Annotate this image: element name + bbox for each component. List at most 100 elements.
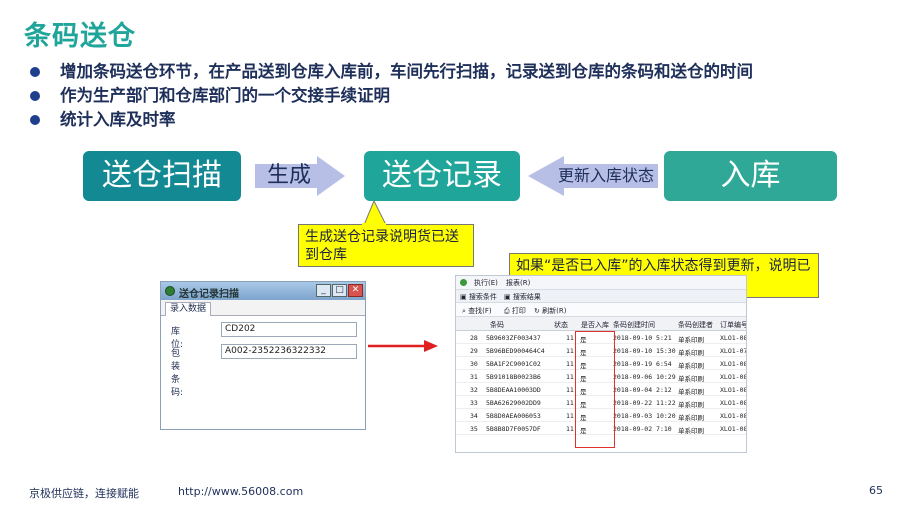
scan-window-titlebar[interactable]: 送仓记录扫描 _ □ ✕ [161,282,365,300]
table-cell: 2018-09-19 6:54 [613,360,672,368]
scan-window-title: 送仓记录扫描 [179,289,239,300]
table-cell: 2018-09-10 5:21 [613,334,672,342]
find-button[interactable]: ⌕ 查找(F) [462,306,492,316]
table-cell: 5B8DEAA10003DD [486,386,541,394]
callout-record-note: 生成送仓记录说明货已送到仓库 [298,224,474,267]
table-cell: 单系印刷 [678,401,704,409]
highlight-stock-column [575,331,615,448]
location-input[interactable]: CD202 [221,322,357,337]
table-cell: XLO1-07- [720,347,746,355]
table-cell: 单系印刷 [678,336,704,344]
table-cell: 11 [566,360,574,368]
flow-box-record: 送仓记录 [364,151,520,201]
table-cell: 29 [470,347,478,355]
table-cell: 5B8B8D7F0057DF [486,425,541,433]
table-cell: 5B91018B0023B6 [486,373,541,381]
table-cell: 2018-09-22 11:22 [613,399,676,407]
arrow-generate-label: 生成 [267,163,312,188]
table-cell: 11 [566,386,574,394]
table-cell: 5B9603ZF003437 [486,334,541,342]
arrow-generate: 生成 [255,156,345,196]
arrow-update: 更新入库状态 [528,156,658,196]
column-header[interactable]: 条码 [490,320,504,330]
table-cell: 单系印刷 [678,414,704,422]
bullet-dot-icon [30,67,40,77]
red-arrow-icon [368,340,438,352]
scan-form: 库位: CD202 包装条码: A002-2352236322332 [161,316,365,429]
grid-header: 条码 状态 是否入库 条码创建时间 条码创建者 订单编号 [456,317,746,331]
table-cell: 34 [470,412,478,420]
menu-report[interactable]: 报表(R) [506,278,530,288]
minimize-icon[interactable]: _ [316,284,331,297]
menu-bar: 执行(E) 报表(R) [456,276,746,290]
scan-tabstrip: 录入数据 [161,300,365,316]
page-number: 65 [869,484,883,497]
record-toolbar: ⌕ 查找(F) ⎙ 打印 ↻ 刷新(R) [456,303,746,317]
table-cell: 32 [470,386,478,394]
table-cell: 35 [470,425,478,433]
table-cell: 11 [566,347,574,355]
table-cell: 33 [470,399,478,407]
table-cell: 2018-09-02 7:10 [613,425,672,433]
bullet-list: 增加条码送仓环节，在产品送到仓库入库前，车间先行扫描，记录送到仓库的条码和送仓的… [30,60,753,132]
table-cell: 11 [566,334,574,342]
table-cell: 5BA62629002DD9 [486,399,541,407]
flow-box-stock: 入库 [664,151,837,201]
table-cell: XLO1-08- [720,425,746,433]
table-cell: XLO1-08- [720,399,746,407]
table-cell: 单系印刷 [678,375,704,383]
bullet-dot-icon [30,91,40,101]
column-header[interactable]: 条码创建者 [678,320,713,330]
bullet-dot-icon [30,115,40,125]
table-cell: 31 [470,373,478,381]
column-header[interactable]: 条码创建时间 [613,320,655,330]
table-cell: 2018-09-06 10:29 [613,373,676,381]
table-cell: 11 [566,412,574,420]
table-cell: 单系印刷 [678,362,704,370]
bullet-item: 作为生产部门和仓库部门的一个交接手续证明 [30,84,753,108]
scan-window: 送仓记录扫描 _ □ ✕ 录入数据 库位: CD202 包装条码: A002-2… [160,281,366,430]
table-cell: XLO1-08- [720,360,746,368]
maximize-icon[interactable]: □ [332,284,347,297]
table-cell: 11 [566,373,574,381]
app-icon [165,286,175,296]
table-cell: 5BA1F2C9001C02 [486,360,541,368]
table-cell: 11 [566,425,574,433]
barcode-input[interactable]: A002-2352236322332 [221,344,357,359]
tab-search-conditions[interactable]: ▣ 搜索条件 [460,292,497,302]
tab-input-data[interactable]: 录入数据 [165,302,212,316]
column-header[interactable]: 订单编号 [720,320,746,330]
table-cell: XLO1-08- [720,412,746,420]
bullet-item: 增加条码送仓环节，在产品送到仓库入库前，车间先行扫描，记录送到仓库的条码和送仓的… [30,60,753,84]
flow-box-scan: 送仓扫描 [83,151,241,201]
table-cell: 单系印刷 [678,349,704,357]
column-header[interactable]: 是否入库 [581,320,609,330]
close-icon[interactable]: ✕ [348,284,363,297]
menu-execute[interactable]: 执行(E) [474,278,498,288]
arrow-update-label: 更新入库状态 [558,166,655,185]
print-button[interactable]: ⎙ 打印 [504,306,526,316]
table-cell: 5B8D0AEA006053 [486,412,541,420]
table-cell: 2018-09-03 10:20 [613,412,676,420]
table-cell: 5B96BED900464C4 [486,347,545,355]
table-cell: 单系印刷 [678,388,704,396]
table-cell: 30 [470,360,478,368]
bullet-item: 统计入库及时率 [30,108,753,132]
footer-url[interactable]: http://www.56008.com [178,485,303,498]
barcode-label: 包装条码: [171,349,184,398]
table-cell: XLO1-08- [720,334,746,342]
table-cell: 2018-09-04 2:12 [613,386,672,394]
column-header[interactable]: 状态 [554,320,568,330]
table-cell: 11 [566,399,574,407]
app-icon [460,279,467,286]
footer-tagline: 京极供应链，连接赋能 [29,487,139,500]
table-cell: XLO1-08- [720,386,746,394]
refresh-button[interactable]: ↻ 刷新(R) [534,306,566,316]
table-cell: XLO1-08- [720,373,746,381]
table-cell: 2018-09-10 15:30 [613,347,676,355]
table-cell: 单系印刷 [678,427,704,435]
tab-search-results[interactable]: ▣ 搜索结果 [504,292,541,302]
table-cell: 28 [470,334,478,342]
slide-title: 条码送仓 [24,21,136,52]
record-tab-bar: ▣ 搜索条件 ▣ 搜索结果 [456,290,746,303]
